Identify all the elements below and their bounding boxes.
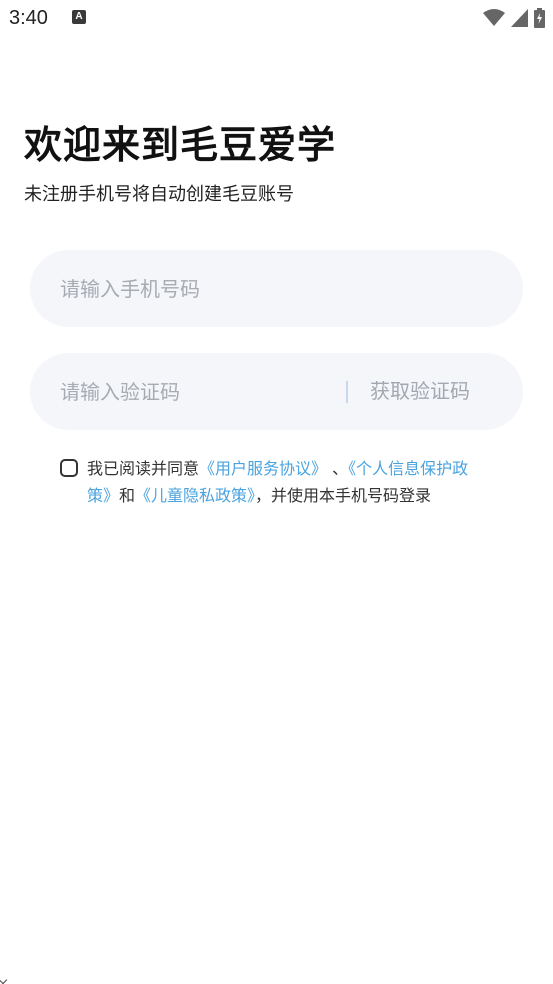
- signal-icon: [511, 9, 528, 27]
- page-subtitle: 未注册手机号将自动创建毛豆账号: [24, 184, 294, 205]
- wifi-icon: [483, 9, 505, 26]
- agreement-separator: 、: [327, 459, 349, 478]
- agreement-and: 和: [119, 486, 136, 505]
- agreement-suffix: ，并使用本手机号码登录: [255, 486, 432, 505]
- agreement-prefix: 我已阅读并同意: [87, 459, 200, 478]
- verification-code-input[interactable]: [60, 353, 330, 430]
- status-time: 3:40: [9, 7, 48, 29]
- agree-checkbox[interactable]: [60, 459, 78, 477]
- code-field[interactable]: 获取验证码: [30, 353, 523, 430]
- login-screen: 3:40 A 欢迎来到毛豆爱学 未注册手机号将自动创建毛豆账号 获取验证码: [0, 0, 553, 984]
- page-title: 欢迎来到毛豆爱学: [24, 123, 337, 167]
- phone-input[interactable]: [60, 250, 490, 327]
- agreement-text: 我已阅读并同意《用户服务协议》 、《个人信息保护政策》和《儿童隐私政策》，并使用…: [87, 455, 492, 509]
- phone-field[interactable]: [30, 250, 523, 327]
- user-agreement-link[interactable]: 《用户服务协议》: [199, 459, 327, 478]
- battery-charging-icon: [534, 8, 545, 28]
- back-gesture-icon: [0, 975, 8, 984]
- notification-icon: A: [72, 10, 86, 24]
- get-code-button[interactable]: 获取验证码: [370, 353, 470, 430]
- status-icons: [483, 8, 545, 28]
- children-privacy-link[interactable]: 《儿童隐私政策》: [135, 486, 255, 505]
- status-bar: 3:40 A: [0, 0, 553, 38]
- divider: [346, 381, 348, 403]
